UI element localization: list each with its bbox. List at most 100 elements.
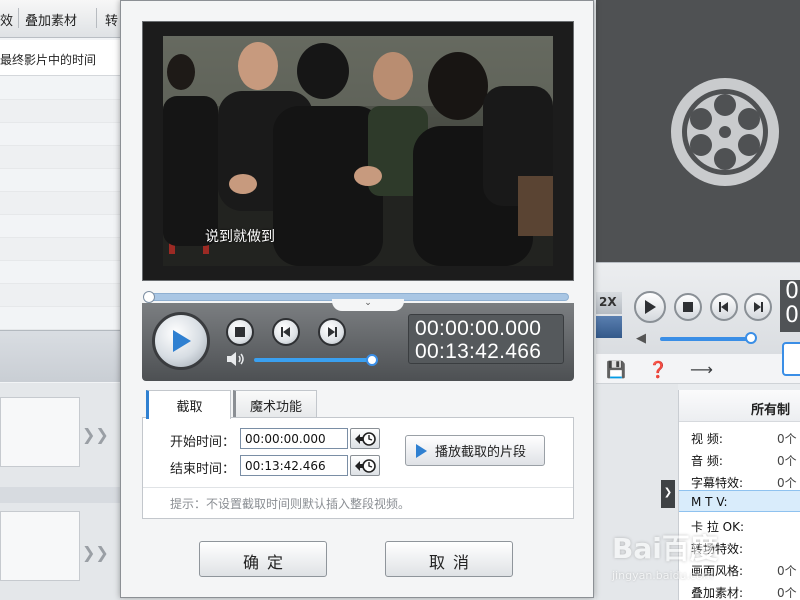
video-preview-frame: 说到就做到 [142,21,574,281]
stats-title: 所有制 [751,403,791,418]
stat-row-subtitle-effects: 字幕特效: 0个 [679,470,800,492]
background-stop-button[interactable] [674,293,702,321]
list-item[interactable] [0,100,122,123]
ok-button[interactable]: 确定 [199,541,327,577]
next-frame-icon [328,327,337,337]
list-item[interactable] [0,215,122,238]
stat-value: 0个 [777,454,797,468]
collapse-toggle[interactable]: ⌄ [332,299,404,311]
watermark-url: jingyan.baidu.com [612,569,714,582]
play-clip-button[interactable]: 播放截取的片段 [405,435,545,466]
background-toolbar [0,330,122,382]
background-left-panel: 效 叠加素材 转 最终影片中的时间 ❯❯ ❯❯ [0,0,122,600]
seek-knob[interactable] [143,291,155,303]
list-item[interactable] [0,238,122,261]
list-item[interactable] [0,261,122,284]
speed-button[interactable]: 2X [596,292,622,314]
end-time-label: 结束时间： [170,462,236,477]
list-item[interactable] [0,307,122,330]
end-time-input[interactable] [240,455,348,476]
background-side-button[interactable] [782,342,800,376]
clip-capture-dialog: 说到就做到 ⌄ 00:00:00.000 00:13:42.466 截取 魔术功… [120,0,594,598]
list-item[interactable] [0,169,122,192]
background-timecode-line: 0 [785,280,799,304]
background-tab-transition[interactable]: 转 [105,10,118,29]
volume-knob[interactable] [365,354,378,366]
background-tab-effects[interactable]: 效 [0,10,13,29]
tab-separator [18,8,19,28]
dialog-tab-strip: 截取 魔术功能 [142,390,574,419]
start-time-input[interactable] [240,428,348,449]
double-chevron-right-icon: ❯❯ [82,425,109,444]
background-volume-knob[interactable] [745,332,757,344]
stop-icon [683,302,693,312]
background-play-button[interactable] [634,291,666,323]
film-reel-icon [671,78,779,186]
capture-panel: 开始时间： 结束时间： 播放截取的片段 提示：不设置截取时间则默认插入整段视频。 [142,417,574,519]
list-item[interactable] [0,192,122,215]
timeline-clip-slot[interactable] [0,397,80,467]
share-icon[interactable]: ⟶ [690,360,713,379]
pick-time-icon [355,458,376,473]
list-item[interactable] [0,146,122,169]
column-header-label: 最终影片中的时间 [0,53,97,67]
end-time-pick-button[interactable] [350,455,380,476]
next-frame-button[interactable] [318,318,346,346]
list-item[interactable] [0,123,122,146]
chevron-down-icon: ⌄ [364,298,372,308]
help-icon[interactable]: ❓ [648,360,668,379]
background-timecode: 0 0 [780,280,800,332]
background-prev-frame-button[interactable] [710,293,738,321]
timecode-display: 00:00:00.000 00:13:42.466 [408,314,564,364]
previous-frame-button[interactable] [272,318,300,346]
stop-icon [235,327,245,337]
play-icon [416,443,427,458]
stat-row-audio: 音 频: 0个 [679,448,800,470]
background-volume-track[interactable] [660,337,752,341]
stat-row-mtv[interactable]: M T V: [679,490,800,512]
background-tab-overlay[interactable]: 叠加素材 [25,10,77,29]
watermark-logo-text: Bai百度 [612,532,718,565]
stop-button[interactable] [226,318,254,346]
next-frame-icon [754,302,763,312]
stat-value: 0个 [777,476,797,490]
previous-frame-icon [281,327,290,337]
list-item[interactable] [0,77,122,100]
hint-text: 提示：不设置截取时间则默认插入整段视频。 [170,497,411,511]
background-timecode-line: 0 [785,303,799,328]
background-tool-row: 💾 ❓ ⟶ [596,354,800,384]
save-icon[interactable]: 💾 [606,360,626,379]
volume-slider[interactable] [254,358,378,362]
speed-toggle[interactable] [596,316,622,338]
background-timeline: ❯❯ ❯❯ [0,383,122,600]
timeline-clip-slot[interactable] [0,511,80,581]
stat-key: 字幕特效: [691,476,744,490]
volume-icon: ◀ [636,331,646,346]
video-preview[interactable]: 说到就做到 [163,36,553,266]
collapse-handle[interactable]: ❯ [661,480,675,508]
cancel-button[interactable]: 取消 [385,541,513,577]
stat-value: 0个 [777,564,797,578]
list-item[interactable] [0,284,122,307]
pick-time-icon [355,431,376,446]
play-icon [173,330,191,352]
start-time-label: 开始时间： [170,435,236,450]
play-icon [645,300,656,314]
player-control-bar: ⌄ 00:00:00.000 00:13:42.466 [142,299,574,381]
background-column-header: 最终影片中的时间 [0,40,122,76]
stat-key: M T V: [691,495,728,509]
tab-magic-functions[interactable]: 魔术功能 [233,390,317,418]
stat-key: 视 频: [691,432,723,446]
tab-capture[interactable]: 截取 [146,390,231,419]
divider [143,487,573,488]
background-tab-bar: 效 叠加素材 转 [0,0,122,38]
timeline-strip [0,487,122,503]
volume-icon[interactable] [226,352,246,366]
start-time-pick-button[interactable] [350,428,380,449]
play-clip-label: 播放截取的片段 [435,445,527,460]
play-button[interactable] [152,312,210,370]
double-chevron-right-icon: ❯❯ [82,543,109,562]
background-next-frame-button[interactable] [744,293,772,321]
stats-title-bar: 所有制 [679,390,800,422]
baidu-watermark: Bai百度 jingyan.baidu.com [612,527,732,587]
